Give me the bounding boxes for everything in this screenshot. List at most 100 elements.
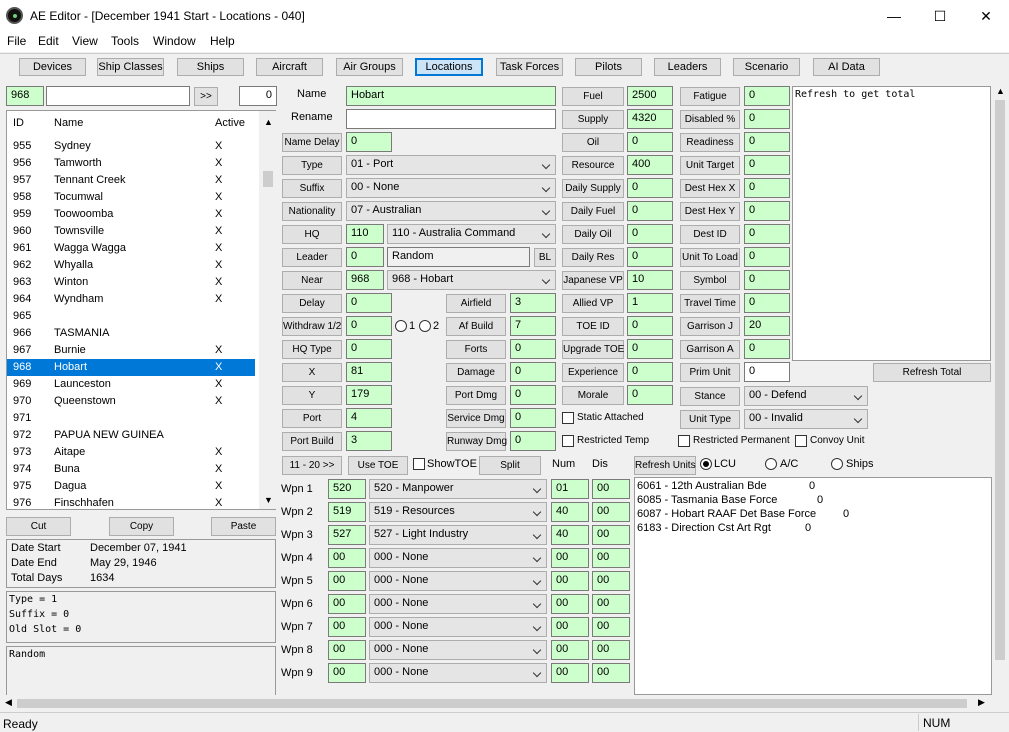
- list-item[interactable]: 976 Finschhafen X: [7, 495, 255, 512]
- list-item[interactable]: 975 Dagua X: [7, 478, 255, 495]
- unit-list-item[interactable]: 6183 - Direction Cst Art Rgt: [637, 522, 771, 534]
- restricted-permanent-checkbox[interactable]: [678, 435, 690, 447]
- close-button[interactable]: ✕: [963, 0, 1009, 32]
- restricted-temp-checkbox[interactable]: [562, 435, 574, 447]
- weapon-select[interactable]: 519 - Resources: [369, 502, 547, 522]
- weapon-dis-field[interactable]: 00: [592, 525, 630, 545]
- static-attached-checkbox[interactable]: [562, 412, 574, 424]
- unit-to-load-field[interactable]: 0: [744, 247, 790, 267]
- name-field[interactable]: Hobart: [346, 86, 556, 106]
- list-item[interactable]: 961 Wagga Wagga X: [7, 240, 255, 257]
- resource-field[interactable]: 400: [627, 155, 673, 175]
- id-field[interactable]: 968: [6, 86, 44, 106]
- maximize-button[interactable]: ☐: [917, 0, 963, 32]
- upgrade-toe-button[interactable]: Upgrade TOE: [562, 340, 624, 359]
- list-item[interactable]: 963 Winton X: [7, 274, 255, 291]
- daily-oil-button[interactable]: Daily Oil: [562, 225, 624, 244]
- service-dmg-field[interactable]: 0: [510, 408, 556, 428]
- nationality-select[interactable]: 07 - Australian: [346, 201, 556, 221]
- main-scroll-up-icon[interactable]: ▲: [996, 86, 1005, 96]
- morale-button[interactable]: Morale: [562, 386, 624, 405]
- weapon-id-field[interactable]: 00: [328, 617, 366, 637]
- main-scroll-thumb[interactable]: [995, 100, 1005, 660]
- tab-locations[interactable]: Locations: [415, 58, 483, 76]
- disabled-button[interactable]: Disabled %: [680, 110, 740, 129]
- fuel-button[interactable]: Fuel: [562, 87, 624, 106]
- tab-air-groups[interactable]: Air Groups: [336, 58, 403, 76]
- upgrade-toe-field[interactable]: 0: [627, 339, 673, 359]
- weapon-dis-field[interactable]: 00: [592, 594, 630, 614]
- near-button[interactable]: Near: [282, 271, 342, 290]
- fatigue-button[interactable]: Fatigue: [680, 87, 740, 106]
- travel-time-button[interactable]: Travel Time: [680, 294, 740, 313]
- menu-edit[interactable]: Edit: [38, 34, 59, 48]
- y-button[interactable]: Y: [282, 386, 342, 405]
- weapon-id-field[interactable]: 00: [328, 640, 366, 660]
- symbol-button[interactable]: Symbol: [680, 271, 740, 290]
- list-item[interactable]: 970 Queenstown X: [7, 393, 255, 410]
- list-item[interactable]: 958 Tocumwal X: [7, 189, 255, 206]
- supply-field[interactable]: 4320: [627, 109, 673, 129]
- main-hscrollbar[interactable]: ◀ ▶: [0, 695, 992, 712]
- damage-button[interactable]: Damage: [446, 363, 506, 382]
- tab-aircraft[interactable]: Aircraft: [256, 58, 323, 76]
- toe-id-field[interactable]: 0: [627, 316, 673, 336]
- list-item[interactable]: 955 Sydney X: [7, 138, 255, 155]
- scroll-down-icon[interactable]: ▼: [264, 495, 273, 505]
- nationality-button[interactable]: Nationality: [282, 202, 342, 221]
- name-delay-button[interactable]: Name Delay: [282, 133, 342, 152]
- weapons-page-button[interactable]: 11 - 20 >>: [282, 456, 342, 475]
- port-build-field[interactable]: 3: [346, 431, 392, 451]
- oil-field[interactable]: 0: [627, 132, 673, 152]
- tab-scenario[interactable]: Scenario: [733, 58, 800, 76]
- list-item[interactable]: 968 Hobart X: [7, 359, 255, 376]
- af-build-field[interactable]: 7: [510, 316, 556, 336]
- weapon-num-field[interactable]: 00: [551, 617, 589, 637]
- list-item[interactable]: 959 Toowoomba X: [7, 206, 255, 223]
- dest-id-field[interactable]: 0: [744, 224, 790, 244]
- daily-fuel-button[interactable]: Daily Fuel: [562, 202, 624, 221]
- menu-tools[interactable]: Tools: [111, 34, 139, 48]
- tab-task-forces[interactable]: Task Forces: [496, 58, 563, 76]
- hq-button[interactable]: HQ: [282, 225, 342, 244]
- weapon-num-field[interactable]: 00: [551, 594, 589, 614]
- dest-hex-y-button[interactable]: Dest Hex Y: [680, 202, 740, 221]
- list-item[interactable]: 971: [7, 410, 255, 427]
- ac-radio[interactable]: [765, 458, 777, 470]
- unit-type-select[interactable]: 00 - Invalid: [744, 409, 868, 429]
- weapon-id-field[interactable]: 00: [328, 548, 366, 568]
- japanese-vp-field[interactable]: 10: [627, 270, 673, 290]
- weapon-dis-field[interactable]: 00: [592, 617, 630, 637]
- scroll-thumb[interactable]: [263, 171, 273, 187]
- weapon-select[interactable]: 520 - Manpower: [369, 479, 547, 499]
- weapon-dis-field[interactable]: 00: [592, 479, 630, 499]
- list-item[interactable]: 957 Tennant Creek X: [7, 172, 255, 189]
- weapon-num-field[interactable]: 00: [551, 571, 589, 591]
- experience-field[interactable]: 0: [627, 362, 673, 382]
- weapon-dis-field[interactable]: 00: [592, 548, 630, 568]
- airfield-field[interactable]: 3: [510, 293, 556, 313]
- port-dmg-field[interactable]: 0: [510, 385, 556, 405]
- unit-list-item[interactable]: 6061 - 12th Australian Bde: [637, 480, 767, 492]
- weapon-select[interactable]: 000 - None: [369, 663, 547, 683]
- airfield-button[interactable]: Airfield: [446, 294, 506, 313]
- tab-ship-classes[interactable]: Ship Classes: [97, 58, 164, 76]
- weapon-num-field[interactable]: 00: [551, 640, 589, 660]
- rename-field[interactable]: [346, 109, 556, 129]
- show-toe-checkbox[interactable]: [413, 458, 425, 470]
- weapon-select[interactable]: 000 - None: [369, 617, 547, 637]
- daily-supply-field[interactable]: 0: [627, 178, 673, 198]
- daily-oil-field[interactable]: 0: [627, 224, 673, 244]
- main-vscrollbar[interactable]: ▲: [992, 86, 1008, 661]
- daily-supply-button[interactable]: Daily Supply: [562, 179, 624, 198]
- hq-select[interactable]: 110 - Australia Command: [387, 224, 556, 244]
- hq-field[interactable]: 110: [346, 224, 384, 244]
- suffix-select[interactable]: 00 - None: [346, 178, 556, 198]
- list-item[interactable]: 964 Wyndham X: [7, 291, 255, 308]
- weapon-select[interactable]: 000 - None: [369, 594, 547, 614]
- scroll-up-icon[interactable]: ▲: [264, 117, 273, 127]
- damage-field[interactable]: 0: [510, 362, 556, 382]
- y-field[interactable]: 179: [346, 385, 392, 405]
- go-button[interactable]: >>: [194, 87, 218, 106]
- daily-res-button[interactable]: Daily Res: [562, 248, 624, 267]
